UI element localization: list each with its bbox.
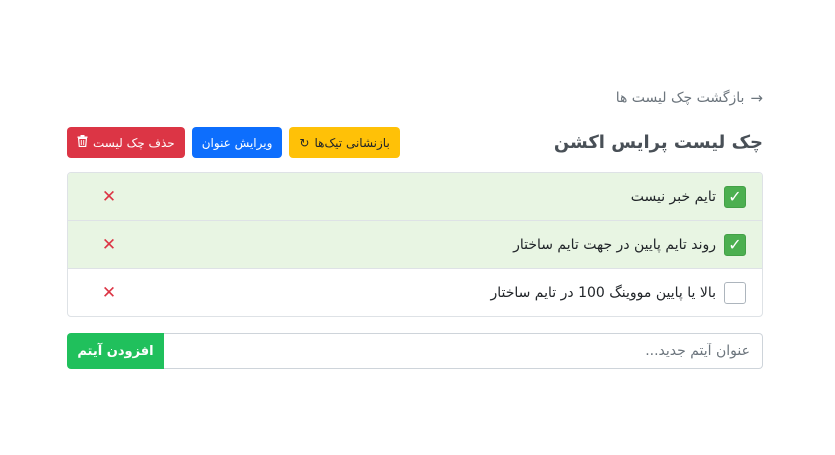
back-link-label: بازگشت چک لیست ها [615, 90, 745, 106]
trash-icon [77, 135, 88, 150]
new-item-input[interactable] [164, 333, 763, 369]
delete-item-icon[interactable]: ✕ [100, 235, 118, 255]
list-item: ✓ تایم خبر نیست ✕ [68, 173, 762, 221]
back-link[interactable]: → بازگشت چک لیست ها [616, 89, 763, 107]
action-buttons: بازنشانی تیک‌ها ↻ ویرایش عنوان حذف چک لی… [67, 127, 400, 158]
add-item-row: افزودن آیتم [67, 333, 763, 369]
delete-checklist-label: حذف چک لیست [93, 135, 175, 150]
header-row: چک لیست پرایس اکشن بازنشانی تیک‌ها ↻ ویر… [67, 127, 763, 158]
edit-title-label: ویرایش عنوان [201, 135, 273, 150]
add-item-button[interactable]: افزودن آیتم [67, 333, 164, 369]
item-label: روند تایم پایین در جهت تایم ساختار [513, 236, 716, 253]
delete-item-icon[interactable]: ✕ [100, 187, 118, 207]
reset-icon: ↻ [299, 135, 310, 150]
list-item: بالا یا پایین مووینگ 100 در تایم ساختار … [68, 269, 762, 316]
arrow-right-icon: → [750, 89, 763, 107]
reset-checks-button[interactable]: بازنشانی تیک‌ها ↻ [289, 127, 400, 158]
checklist-items: ✓ تایم خبر نیست ✕ ✓ روند تایم پایین در ج… [67, 172, 763, 317]
checkbox-unchecked[interactable] [724, 281, 746, 304]
delete-item-icon[interactable]: ✕ [100, 283, 118, 303]
page-title: چک لیست پرایس اکشن [553, 132, 763, 153]
checkbox-checked[interactable]: ✓ [724, 185, 746, 208]
checkbox-checked[interactable]: ✓ [724, 233, 746, 256]
reset-checks-label: بازنشانی تیک‌ها [314, 135, 390, 150]
edit-title-button[interactable]: ویرایش عنوان [191, 127, 283, 158]
item-label: بالا یا پایین مووینگ 100 در تایم ساختار [490, 284, 716, 301]
item-label: تایم خبر نیست [630, 188, 716, 205]
delete-checklist-button[interactable]: حذف چک لیست [67, 127, 185, 158]
list-item: ✓ روند تایم پایین در جهت تایم ساختار ✕ [68, 221, 762, 269]
